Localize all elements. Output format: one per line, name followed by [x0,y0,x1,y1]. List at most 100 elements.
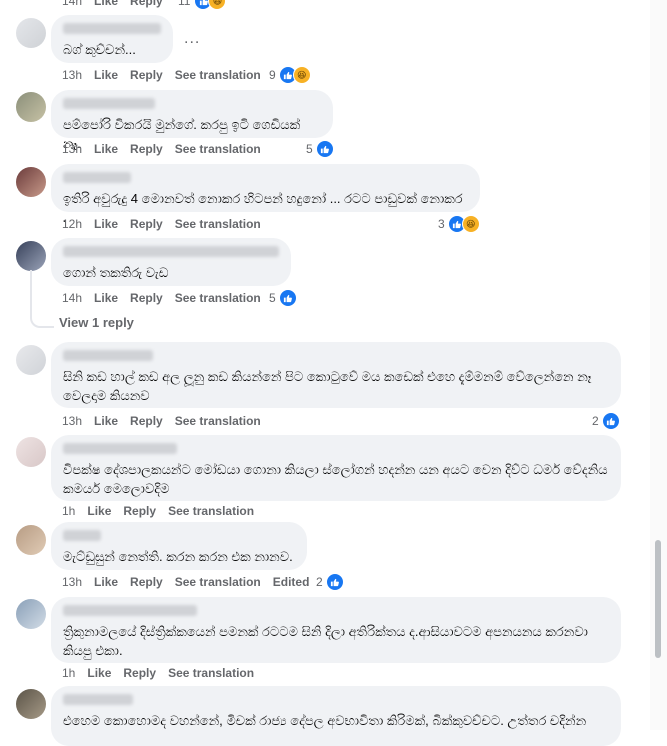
reaction-count: 2 [316,575,323,589]
more-options-icon[interactable]: ... [184,30,200,48]
author-name-blurred[interactable] [63,443,177,454]
reaction-summary[interactable]: 2 [592,412,620,430]
comment-bubble: ඉතිරි අවුරුදු 4 මොනවත් නොකර හිටපන් හදුනෝ… [51,164,480,225]
comment-time: 14h [62,291,83,305]
see-translation-link[interactable]: See translation [175,291,261,305]
comment-time: 1h [62,666,76,680]
author-name-blurred[interactable] [63,694,133,705]
comment-actions: 1h Like Reply See translation [62,502,266,520]
author-name-blurred[interactable] [63,23,161,34]
avatar[interactable] [16,241,46,271]
author-name-blurred[interactable] [63,530,101,541]
comment-actions: 12h Like Reply See translation [62,215,273,233]
reaction-summary[interactable]: 5 [269,289,297,307]
see-translation-link[interactable]: See translation [168,504,254,518]
comment-text: සිනි කඩ හාල් කඩ අල ලූනු කඩ කියන්නේ පිට ක… [63,369,592,403]
avatar[interactable] [16,167,46,197]
like-icon [315,140,334,158]
scrollbar[interactable] [650,0,667,730]
comment-time: 13h [62,414,83,428]
reply-button[interactable]: Reply [130,217,163,231]
reply-button[interactable]: Reply [123,504,156,518]
see-translation-link[interactable]: See translation [168,666,254,680]
see-translation-link[interactable]: See translation [175,575,261,589]
reply-connector [30,270,54,328]
comment-time: 13h [62,575,83,589]
reply-button[interactable]: Reply [130,142,163,156]
comment-bubble: ත්‍රිකුනාමලයේ දිස්ත්‍රික්කයෙන් පමනක් රටට… [51,597,621,663]
comment-bubble: සිනි කඩ හාල් කඩ අල ලූනු කඩ කියන්නේ පිට ක… [51,342,621,408]
reply-button[interactable]: Reply [130,414,163,428]
reply-button[interactable]: Reply [130,575,163,589]
avatar[interactable] [16,689,46,719]
author-name-blurred[interactable] [63,246,279,257]
author-name-blurred[interactable] [63,350,153,361]
reaction-count: 3 [438,217,445,231]
like-button[interactable]: Like [87,504,111,518]
reply-button[interactable]: Reply [123,666,156,680]
like-button[interactable]: Like [94,291,118,305]
haha-icon: 😆 [292,66,311,84]
like-icon [325,573,344,591]
like-button[interactable]: Like [94,575,118,589]
reply-button[interactable]: Reply [130,68,163,82]
reaction-summary[interactable]: 9 😆 [269,66,311,84]
like-button[interactable]: Like [94,142,118,156]
edited-label[interactable]: Edited [273,575,310,589]
comments-thread: 14h Like Reply 11 😆 බග් කුච්චන්... ... 1… [0,0,650,746]
reply-button[interactable]: Reply [130,0,163,8]
reaction-summary[interactable]: 2 [316,573,344,591]
comment-bubble: ගොන් තකතිරු වැඩ [51,238,291,286]
haha-icon: 😆 [461,215,480,233]
previous-comment-actions: 14h Like Reply 11 😆 [0,0,650,10]
comment-time: 1h [62,504,76,518]
avatar[interactable] [16,345,46,375]
reaction-summary[interactable]: 11 😆 [178,0,227,10]
see-translation-link[interactable]: See translation [175,414,261,428]
comment-text: එහෙම කොහොමද වහන්නේ, මිචක් රාජ්‍ය දේපල අව… [63,713,587,728]
comment-actions: 13h Like Reply See translation [62,66,273,84]
reaction-summary[interactable]: 5 [306,140,334,158]
comment-text: ගොන් තකතිරු වැඩ [63,265,169,280]
like-button[interactable]: Like [94,68,118,82]
comment-actions: 1h Like Reply See translation [62,664,266,682]
comment-text: බග් කුච්චන්... [63,42,136,57]
author-name-blurred[interactable] [63,98,155,109]
avatar[interactable] [16,18,46,48]
comment-actions: 13h Like Reply See translation [62,412,273,430]
see-translation-link[interactable]: See translation [175,68,261,82]
comment-bubble: විපක්ෂ දේශපාලකයන්ට මෝඩයා ගොනා කියලා ස්ලෝ… [51,435,621,501]
view-replies-link[interactable]: View 1 reply [59,315,134,330]
comment-bubble: එහෙම කොහොමද වහන්නේ, මිචක් රාජ්‍ය දේපල අව… [51,686,621,746]
scrollbar-thumb[interactable] [655,540,661,658]
comment-text: විපක්ෂ දේශපාලකයන්ට මෝඩයා ගොනා කියලා ස්ලෝ… [63,462,608,496]
reaction-count: 11 [178,0,191,8]
reaction-summary[interactable]: 3 😆 [438,215,480,233]
reaction-count: 2 [592,414,599,428]
avatar[interactable] [16,92,46,122]
like-button[interactable]: Like [94,0,118,8]
see-translation-link[interactable]: See translation [175,217,261,231]
avatar[interactable] [16,599,46,629]
reply-button[interactable]: Reply [130,291,163,305]
comment-text: ත්‍රිකුනාමලයේ දිස්ත්‍රික්කයෙන් පමනක් රටට… [63,624,588,658]
reaction-count: 5 [269,291,276,305]
comment-actions: 14h Like Reply [62,0,175,10]
comment-actions: 13h Like Reply See translation [62,140,273,158]
like-icon [601,412,620,430]
avatar[interactable] [16,525,46,555]
author-name-blurred[interactable] [63,172,131,183]
reaction-count: 9 [269,68,276,82]
author-name-blurred[interactable] [63,605,197,616]
comment-time: 13h [62,142,83,156]
comment-time: 13h [62,68,83,82]
like-button[interactable]: Like [94,217,118,231]
avatar[interactable] [16,437,46,467]
like-button[interactable]: Like [87,666,111,680]
like-button[interactable]: Like [94,414,118,428]
haha-icon: 😆 [208,0,227,10]
comment-actions: 13h Like Reply See translation Edited [62,573,321,591]
comment-bubble: බග් කුච්චන්... [51,15,173,63]
see-translation-link[interactable]: See translation [175,142,261,156]
comment-text: මැට්ඩුසුන් නෙත්ති. කරන කරන එක නානව. [63,549,293,564]
